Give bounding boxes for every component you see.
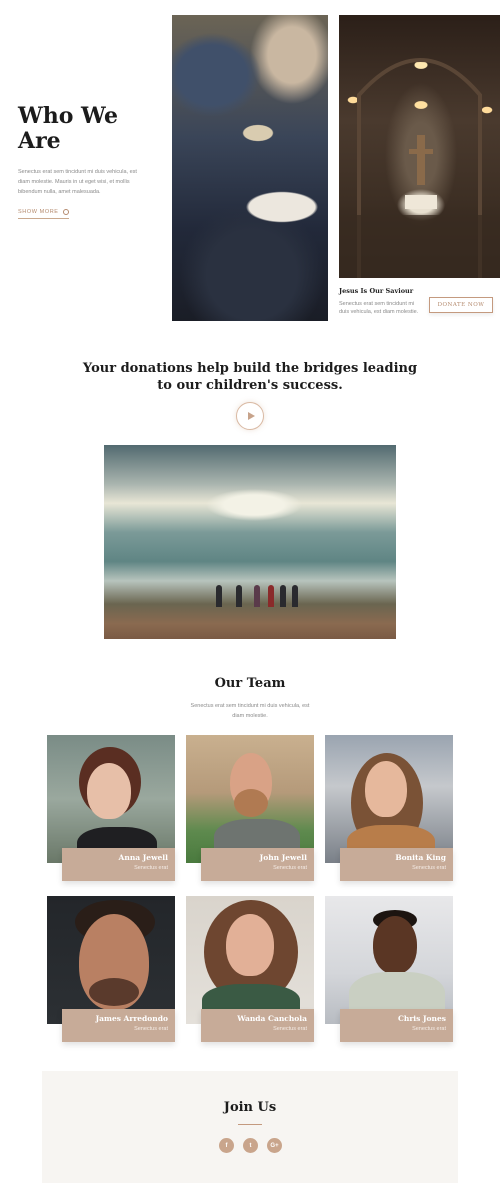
- member-name: John Jewell: [259, 853, 307, 862]
- hero-title: Who We Are: [18, 103, 118, 154]
- circle-arrow-icon: [62, 209, 69, 215]
- featured-caption-text: Senectus erat sem tincidunt mi duis vehi…: [339, 301, 419, 315]
- facebook-icon[interactable]: f: [219, 1138, 234, 1153]
- donate-now-button[interactable]: Donate Now: [429, 297, 493, 313]
- hiker-figure: [280, 585, 286, 607]
- join-us-section: [42, 1071, 458, 1183]
- member-role: Senectus erat: [134, 1026, 168, 1032]
- member-name: Bonita King: [395, 853, 446, 862]
- google-plus-icon[interactable]: G+: [267, 1138, 282, 1153]
- play-video-button[interactable]: [236, 402, 264, 430]
- team-text: Senectus erat sem tincidunt mi duis vehi…: [190, 703, 310, 719]
- member-role: Senectus erat: [273, 865, 307, 871]
- team-member-card[interactable]: John Jewell Senectus erat: [186, 735, 316, 885]
- member-name: Wanda Canchola: [237, 1014, 307, 1023]
- mountain-landscape-photo: [104, 445, 396, 639]
- member-info-card: John Jewell Senectus erat: [201, 848, 314, 881]
- featured-caption-title: Jesus Is Our Saviour: [339, 287, 414, 295]
- member-portrait: [47, 896, 175, 1024]
- title-divider: [238, 1124, 262, 1125]
- bible-reading-photo: [172, 15, 328, 321]
- hiker-figure: [268, 585, 274, 607]
- member-info-card: Wanda Canchola Senectus erat: [201, 1009, 314, 1042]
- member-role: Senectus erat: [412, 865, 446, 871]
- team-title: Our Team: [214, 676, 286, 691]
- join-us-title: Join Us: [223, 1100, 277, 1115]
- member-info-card: Anna Jewell Senectus erat: [62, 848, 175, 881]
- play-icon: [247, 412, 255, 420]
- member-portrait: [186, 896, 314, 1024]
- member-info-card: Chris Jones Senectus erat: [340, 1009, 453, 1042]
- member-info-card: Bonita King Senectus erat: [340, 848, 453, 881]
- team-member-card[interactable]: Anna Jewell Senectus erat: [47, 735, 177, 885]
- member-portrait: [325, 735, 453, 863]
- member-portrait: [47, 735, 175, 863]
- hiker-figure: [216, 585, 222, 607]
- show-more-label: Show More: [18, 209, 59, 215]
- member-info-card: James Arredondo Senectus erat: [62, 1009, 175, 1042]
- team-member-card[interactable]: James Arredondo Senectus erat: [47, 896, 177, 1046]
- team-member-card[interactable]: Wanda Canchola Senectus erat: [186, 896, 316, 1046]
- hiker-figure: [292, 585, 298, 607]
- member-portrait: [325, 896, 453, 1024]
- show-more-link[interactable]: Show More: [18, 209, 69, 219]
- donation-heading: Your donations help build the bridges le…: [82, 361, 418, 393]
- member-name: Anna Jewell: [118, 853, 168, 862]
- hero-text: Senectus erat sem tincidunt mi duis vehi…: [18, 169, 137, 195]
- member-role: Senectus erat: [273, 1026, 307, 1032]
- team-member-card[interactable]: Chris Jones Senectus erat: [325, 896, 455, 1046]
- team-member-card[interactable]: Bonita King Senectus erat: [325, 735, 455, 885]
- member-role: Senectus erat: [412, 1026, 446, 1032]
- hiker-figure: [254, 585, 260, 607]
- hiker-figure: [236, 585, 242, 607]
- member-portrait: [186, 735, 314, 863]
- church-interior-photo: [339, 15, 500, 278]
- member-name: James Arredondo: [95, 1014, 168, 1023]
- twitter-icon[interactable]: t: [243, 1138, 258, 1153]
- member-role: Senectus erat: [134, 865, 168, 871]
- church-arch-graphic: [339, 58, 500, 278]
- member-name: Chris Jones: [397, 1014, 446, 1023]
